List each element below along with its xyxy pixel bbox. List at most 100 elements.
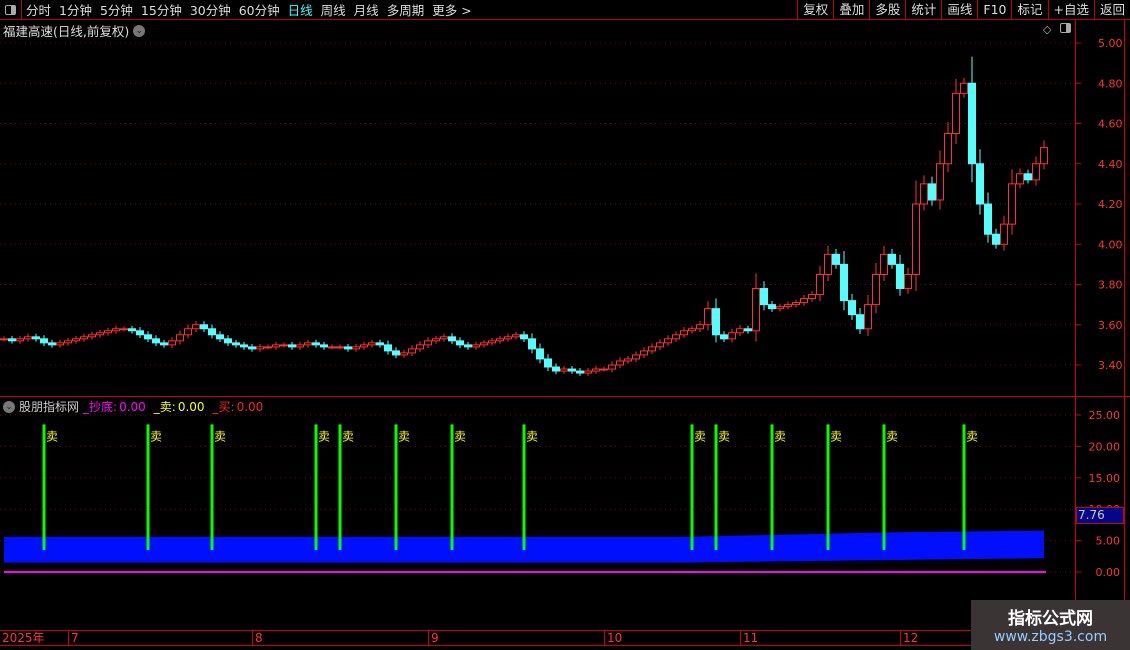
watermark-url: www.zbgs3.com	[993, 629, 1108, 645]
candle-body	[840, 263, 848, 302]
candle-body	[128, 328, 136, 332]
indicator-field: _卖: 0.00	[154, 398, 209, 415]
candle-body	[352, 346, 360, 350]
candle-body	[976, 163, 984, 205]
candle-body	[504, 336, 512, 340]
sell-signal-label: 卖	[718, 429, 730, 443]
current-value-label: 7.76	[1076, 507, 1124, 524]
candle-body	[328, 346, 336, 349]
indicator-tick-label: 0.00	[1096, 566, 1121, 579]
candle-body	[608, 364, 616, 370]
sell-signal-label: 卖	[694, 429, 706, 443]
candle-body	[856, 314, 864, 330]
candle-body	[432, 338, 440, 342]
candle-body	[760, 288, 768, 306]
candle-body	[344, 346, 352, 350]
candle-body	[624, 358, 632, 362]
candle-body	[784, 304, 792, 308]
candle-body	[728, 332, 736, 340]
candle-body	[80, 336, 88, 340]
field-value: 0.00	[119, 400, 146, 414]
candle-body	[864, 304, 872, 330]
chevron-down-icon[interactable]: ⌄	[3, 400, 15, 413]
candle-body	[832, 253, 840, 265]
sell-signal-label: 卖	[46, 429, 58, 443]
candle-body	[264, 346, 272, 349]
date-axis: 2025年 7 8 9 10 11 12	[0, 630, 1130, 646]
candle-body	[400, 352, 408, 356]
candle-body	[392, 350, 400, 356]
candle-body	[1016, 173, 1024, 185]
candle-body	[936, 163, 944, 201]
panel-divider[interactable]	[0, 396, 1130, 397]
candle-body	[1000, 223, 1008, 245]
candle-body	[680, 330, 688, 336]
indicator-field: _抄底: 0.00	[83, 398, 150, 415]
candle-body	[40, 338, 48, 344]
date-label: 10	[604, 631, 622, 646]
candle-body	[168, 340, 176, 346]
date-label: 7	[68, 631, 79, 646]
field-value: 0.00	[177, 400, 205, 414]
indicator-tick-label: 20.00	[1089, 440, 1121, 453]
kline-chart: 3.40 3.60 3.80 4.00 4.20 4.40 4.60 4.80 5.00 0.00…	[0, 37, 1123, 579]
candle-body	[152, 338, 160, 344]
candle-body	[360, 344, 368, 348]
sell-signal-label: 卖	[398, 429, 410, 443]
candle-body	[1040, 147, 1048, 165]
candle-body	[552, 366, 560, 372]
candle-body	[672, 334, 680, 340]
candle-body	[872, 273, 880, 306]
candle-body	[904, 273, 912, 290]
candle-body	[888, 253, 896, 265]
candle-body	[440, 336, 448, 340]
indicator-name: 股朋指标网	[19, 400, 80, 414]
candle-body	[488, 340, 496, 344]
watermark: 指标公式网 www.zbgs3.com	[971, 600, 1130, 650]
candle-body	[312, 342, 320, 346]
candle-body	[744, 328, 752, 332]
candle-body	[384, 344, 392, 352]
candle-body	[808, 294, 816, 300]
price-tick-label: 4.80	[1098, 77, 1123, 90]
date-label: 12	[900, 631, 918, 646]
candle-body	[704, 308, 712, 326]
candle-body	[536, 348, 544, 360]
candle-body	[584, 370, 592, 374]
candle-body	[920, 183, 928, 205]
candle-body	[712, 308, 720, 336]
candle-body	[952, 92, 960, 135]
date-label: 2025年	[2, 631, 45, 645]
candle-body	[8, 338, 16, 342]
date-label: 11	[740, 631, 758, 646]
candle-body	[968, 82, 976, 165]
candle-body	[664, 338, 672, 344]
candle-body	[424, 340, 432, 346]
date-label: 8	[252, 631, 263, 646]
candle-body	[288, 344, 296, 348]
sell-signal-label: 卖	[966, 429, 978, 443]
candle-body	[304, 342, 312, 346]
candle-body	[640, 350, 648, 356]
candle-body	[184, 328, 192, 336]
candle-body	[256, 346, 264, 350]
candle-body	[800, 298, 808, 304]
candle-body	[200, 324, 208, 330]
candle-body	[96, 332, 104, 336]
candle-body	[272, 344, 280, 348]
candle-body	[912, 203, 920, 275]
candle-body	[336, 346, 344, 349]
candle-body	[88, 334, 96, 338]
sell-signal-label: 卖	[830, 429, 842, 443]
candle-body	[568, 368, 576, 372]
candle-body	[824, 253, 832, 275]
candle-body	[144, 334, 152, 340]
candle-body	[472, 344, 480, 348]
sell-signal-label: 卖	[774, 429, 786, 443]
sell-signal-label: 卖	[454, 429, 466, 443]
sell-signal-label: 卖	[526, 429, 538, 443]
field-value: 0.00	[236, 400, 264, 414]
candle-body	[224, 338, 232, 344]
candle-body	[696, 324, 704, 330]
candle-body	[24, 336, 32, 340]
